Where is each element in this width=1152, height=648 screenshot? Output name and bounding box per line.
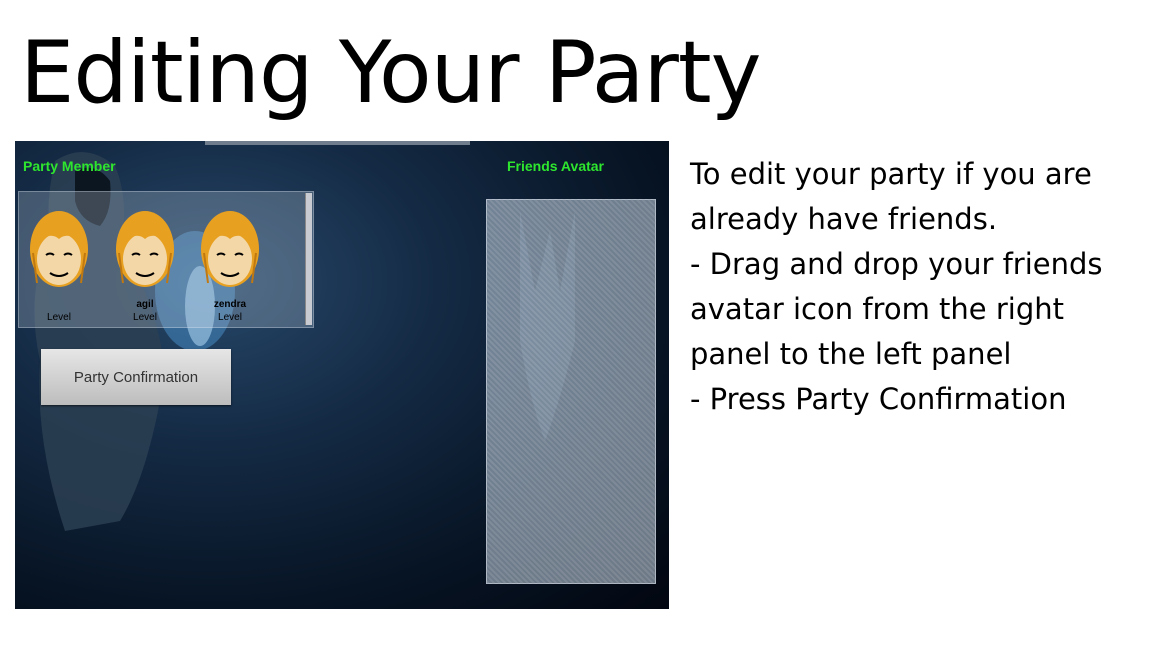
instruction-line: already have friends. (690, 202, 998, 236)
instruction-line: - Press Party Confirmation (690, 382, 1067, 416)
party-member-avatar[interactable]: zendra Level (199, 203, 261, 323)
game-window: Party Member Friends Avatar Level agil L… (15, 141, 669, 609)
instruction-line: To edit your party if you are (690, 157, 1092, 191)
instructions-text: To edit your party if you are already ha… (690, 152, 1140, 422)
party-panel-scrollbar[interactable] (305, 193, 312, 325)
party-member-avatar[interactable]: Level (28, 203, 90, 323)
instruction-line: - Drag and drop your friends (690, 247, 1103, 281)
party-member-name: agil (136, 299, 154, 310)
friends-avatar-panel[interactable] (486, 199, 656, 584)
party-confirmation-button[interactable]: Party Confirmation (41, 349, 231, 405)
party-member-level: Level (218, 312, 242, 323)
slide-title: Editing Your Party (20, 23, 761, 123)
party-member-name: zendra (213, 299, 247, 310)
party-member-avatar[interactable]: agil Level (114, 203, 176, 323)
party-member-label: Party Member (23, 158, 116, 174)
instruction-line: panel to the left panel (690, 337, 1012, 371)
avatar-face-icon (30, 211, 88, 287)
party-member-level: Level (133, 312, 157, 323)
top-strip (205, 141, 470, 145)
avatar-face-icon (201, 211, 259, 287)
avatar-face-icon (116, 211, 174, 287)
party-member-level: Level (47, 312, 71, 323)
friends-avatar-label: Friends Avatar (507, 158, 604, 174)
instruction-line: avatar icon from the right (690, 292, 1064, 326)
